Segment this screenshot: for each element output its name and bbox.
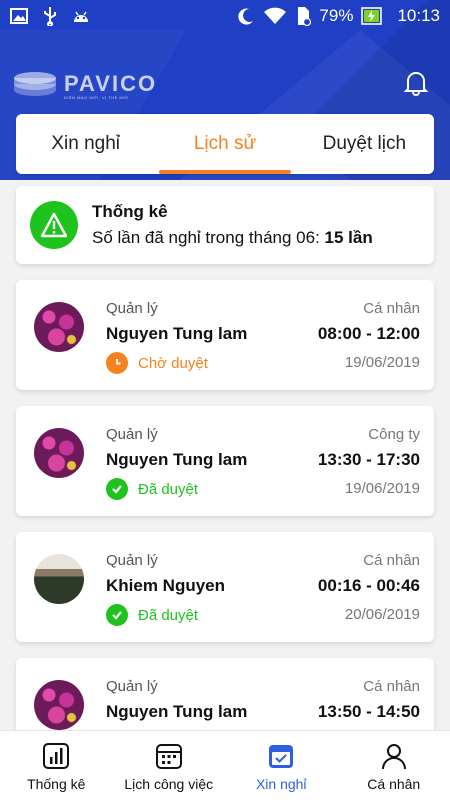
nav-xin-nghi[interactable]: Xin nghỉ (225, 731, 338, 800)
leave-date: 20/06/2019 (344, 606, 420, 623)
chart-icon (40, 740, 72, 772)
logo-text: PAVICO (64, 70, 158, 96)
do-not-disturb-moon-icon (237, 7, 255, 25)
nav-label: Thống kê (27, 775, 86, 792)
leave-type: Cá nhân (363, 552, 420, 569)
leave-type: Cá nhân (363, 300, 420, 317)
leave-time-range: 08:00 - 12:00 (317, 324, 420, 343)
leave-time-range: 13:30 - 17:30 (317, 450, 420, 469)
stats-title: Thống kê (92, 202, 168, 221)
nav-label: Xin nghỉ (255, 775, 307, 792)
avatar (34, 554, 84, 604)
requester-role: Quản lý (106, 678, 158, 695)
app-header: PAVICO DIỆN MẠO MỚI, VỊ THẾ MỚI (0, 60, 450, 110)
request-status: Chờ duyệt (106, 352, 208, 374)
tab-xin-nghi[interactable]: Xin nghỉ (16, 114, 155, 174)
leave-time-range: 13:50 - 14:50 (317, 702, 420, 721)
image-notification-icon (10, 7, 28, 25)
requester-name: Nguyen Tung lam (106, 450, 248, 469)
leave-time-range: 00:16 - 00:46 (317, 576, 420, 595)
nav-label: Cá nhân (367, 775, 421, 792)
coin-stack-logo-icon (14, 72, 56, 96)
status-label: Đã duyệt (138, 480, 199, 498)
tab-bar: Xin nghỉ Lịch sử Duyệt lịch (16, 114, 434, 174)
leave-type: Công ty (368, 426, 420, 443)
nav-lich-cong-viec[interactable]: Lịch công việc (113, 731, 226, 800)
check-icon (106, 478, 128, 500)
request-status: Đã duyệt (106, 478, 198, 500)
status-label: Đã duyệt (138, 606, 199, 624)
battery-percent: 79% (319, 6, 354, 25)
leave-request-card[interactable]: Quản lý Nguyen Tung lam Đã duyệt Công ty… (16, 406, 434, 516)
user-icon (378, 740, 410, 772)
tab-duyet-lich[interactable]: Duyệt lịch (295, 114, 434, 174)
bottom-navigation: Thống kê Lịch công việc Xin nghỉ Cá nhân (0, 730, 450, 800)
requester-name: Nguyen Tung lam (106, 324, 248, 343)
wifi-icon (263, 7, 287, 25)
stats-count: 15 lần (324, 228, 373, 247)
leave-request-card[interactable]: Quản lý Nguyen Tung lam Chờ duyệt Cá nhâ… (16, 280, 434, 390)
avatar (34, 302, 84, 352)
leave-date: 19/06/2019 (344, 354, 420, 371)
warning-icon (30, 201, 78, 249)
nav-label: Lịch công việc (124, 775, 214, 792)
leave-date: 19/06/2019 (344, 480, 420, 497)
notification-bell-icon[interactable] (403, 70, 429, 101)
sim-card-icon (295, 6, 312, 26)
stats-card: Thống kê Số lần đã nghỉ trong tháng 06: … (16, 186, 434, 264)
leave-request-card[interactable]: Quản lý Khiem Nguyen Đã duyệt Cá nhân 00… (16, 532, 434, 642)
requester-role: Quản lý (106, 552, 158, 569)
calendar-check-icon (265, 740, 297, 772)
battery-charging-icon (361, 7, 383, 25)
avatar (34, 680, 84, 730)
usb-icon (42, 6, 58, 26)
requester-role: Quản lý (106, 426, 158, 443)
nav-thong-ke[interactable]: Thống kê (0, 731, 113, 800)
stats-summary: Số lần đã nghỉ trong tháng 06: 15 lần (92, 228, 373, 248)
leave-type: Cá nhân (363, 678, 420, 695)
clock-icon (106, 352, 128, 374)
android-icon (72, 8, 90, 24)
tab-lich-su[interactable]: Lịch sử (155, 114, 294, 174)
status-label: Chờ duyệt (138, 354, 208, 372)
leave-request-list: Quản lý Nguyen Tung lam Chờ duyệt Cá nhâ… (16, 280, 434, 784)
stats-label: Số lần đã nghỉ trong tháng 06: (92, 228, 320, 247)
check-icon (106, 604, 128, 626)
clock: 10:13 (397, 6, 440, 25)
status-bar: 79% 10:13 (0, 0, 450, 32)
avatar (34, 428, 84, 478)
nav-ca-nhan[interactable]: Cá nhân (338, 731, 450, 800)
pavico-logo: PAVICO DIỆN MẠO MỚI, VỊ THẾ MỚI (12, 70, 157, 100)
requester-role: Quản lý (106, 300, 158, 317)
calendar-icon (153, 740, 185, 772)
requester-name: Khiem Nguyen (106, 576, 226, 595)
requester-name: Nguyen Tung lam (106, 702, 248, 721)
request-status: Đã duyệt (106, 604, 198, 626)
